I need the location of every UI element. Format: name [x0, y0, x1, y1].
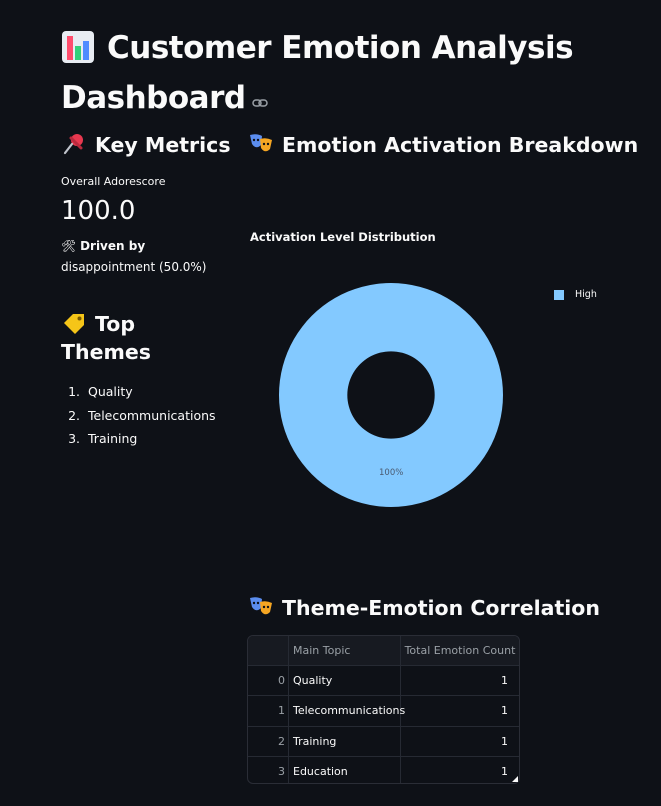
performing-arts-icon [248, 132, 274, 156]
slice-label: 100% [379, 468, 404, 478]
chart-title: Activation Level Distribution [250, 230, 436, 244]
table-row[interactable]: 0 Quality 1 [248, 666, 519, 697]
table-row[interactable]: 2 Training 1 [248, 726, 519, 757]
cell-count[interactable]: 1 [401, 757, 519, 783]
correlation-table[interactable]: Main Topic Total Emotion Count 0 Quality… [247, 635, 520, 784]
bar-chart-icon [61, 30, 95, 76]
row-index: 2 [248, 726, 289, 756]
cell-topic[interactable]: Education [289, 756, 401, 783]
table-row[interactable]: 3 Education 1 [248, 756, 519, 783]
pushpin-icon [61, 132, 87, 156]
legend-label-high: High [575, 289, 597, 300]
list-item: Telecommunications [84, 404, 231, 428]
cell-topic[interactable]: Telecommunications [289, 696, 405, 726]
header-index-cell [248, 636, 289, 666]
cell-topic[interactable]: Quality [289, 666, 401, 696]
performing-arts-icon [248, 595, 274, 619]
top-themes-heading: Top Themes [61, 311, 151, 364]
page-title-text: Customer Emotion Analysis Dashboard [61, 30, 574, 116]
activation-heading: Emotion Activation Breakdown [248, 131, 648, 159]
right-column: Emotion Activation Breakdown [248, 131, 648, 159]
table-row[interactable]: 1 Telecommunications 1 [248, 696, 519, 727]
link-icon[interactable] [251, 77, 268, 121]
page-title: Customer Emotion Analysis Dashboard [61, 26, 621, 121]
left-column: Key Metrics Overall Adorescore 100.0 🛠 D… [61, 131, 231, 451]
metric-label: Overall Adorescore [61, 175, 166, 188]
legend-swatch-high [554, 289, 564, 300]
row-index: 3 [248, 756, 289, 783]
hammer-wrench-icon: 🛠 [61, 239, 77, 253]
driven-by-text: 🛠 Driven by disappointment (50.0%) [61, 239, 207, 274]
chart-legend[interactable]: High [554, 289, 597, 300]
column-header-main-topic[interactable]: Main Topic [289, 636, 401, 666]
row-index: 0 [248, 666, 289, 696]
cell-count[interactable]: 1 [401, 696, 519, 725]
column-header-total-emotion-count[interactable]: Total Emotion Count [401, 636, 519, 665]
key-metrics-heading: Key Metrics [61, 131, 231, 159]
label-tag-icon [61, 311, 87, 335]
list-item: Quality [84, 380, 231, 404]
row-index: 1 [248, 696, 289, 726]
cell-topic[interactable]: Training [289, 726, 401, 756]
cell-count[interactable]: 1 [401, 727, 519, 756]
correlation-heading: Theme-Emotion Correlation [248, 594, 600, 622]
cell-count[interactable]: 1 [401, 666, 519, 695]
list-item: Training [84, 427, 231, 451]
metric-value: 100.0 [61, 196, 136, 226]
table-resize-handle[interactable] [512, 776, 518, 782]
top-themes-list: Quality Telecommunications Training [61, 380, 231, 451]
table-header-row: Main Topic Total Emotion Count [248, 636, 519, 667]
